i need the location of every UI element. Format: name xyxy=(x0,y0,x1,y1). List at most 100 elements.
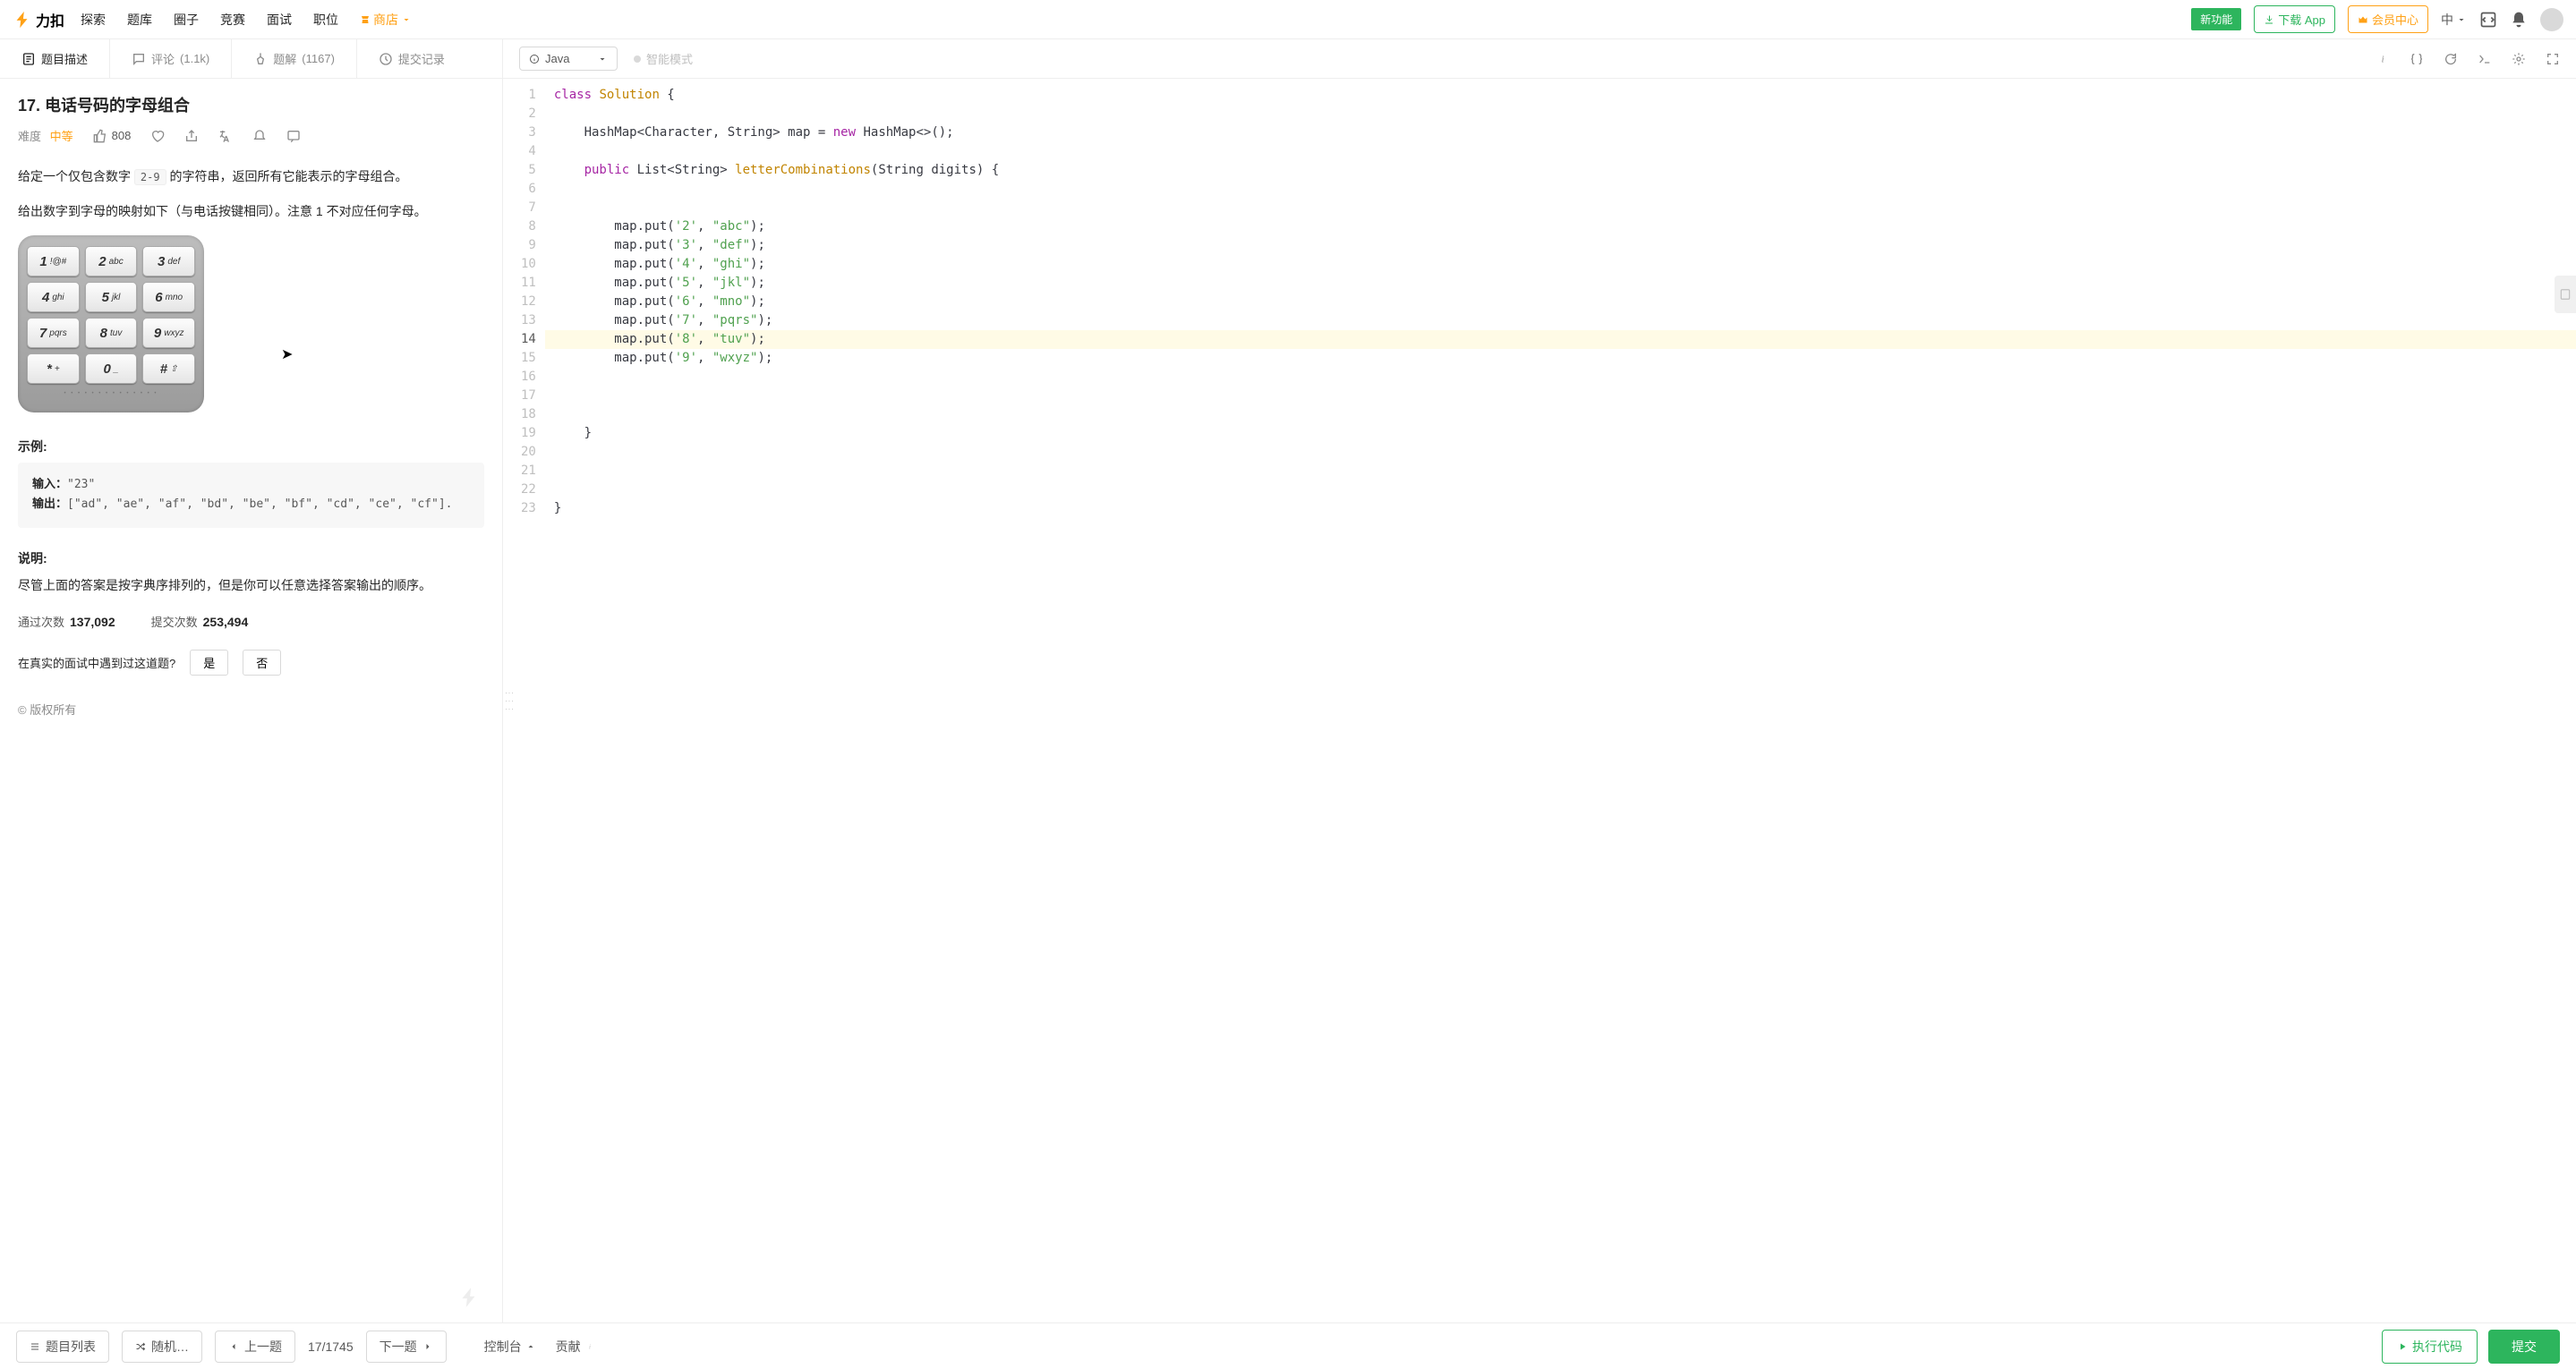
nav-shop[interactable]: 商店 xyxy=(360,11,412,29)
brand-text: 力扣 xyxy=(36,9,64,30)
dot-icon xyxy=(634,55,641,63)
tab-solutions[interactable]: 题解(1167) xyxy=(232,39,357,78)
braces-icon[interactable] xyxy=(2410,52,2424,66)
nav-jobs[interactable]: 职位 xyxy=(313,11,338,29)
nav-interview[interactable]: 面试 xyxy=(267,11,292,29)
para1-code: 2-9 xyxy=(134,169,166,185)
difficulty: 难度 中等 xyxy=(18,127,73,144)
language-selector[interactable]: 中 xyxy=(2441,11,2467,29)
keypad-key: 7pqrs xyxy=(27,318,80,348)
logo[interactable]: 力扣 xyxy=(13,9,64,30)
nav-explore[interactable]: 探索 xyxy=(81,11,106,29)
yes-button[interactable]: 是 xyxy=(190,650,228,676)
console-toggle[interactable]: 控制台 xyxy=(484,1338,536,1356)
notify-icon[interactable] xyxy=(252,129,267,143)
svg-text:i: i xyxy=(2382,55,2384,64)
bottom-mid: 控制台 贡献 i xyxy=(484,1338,595,1356)
problem-meta: 难度 中等 808 xyxy=(18,127,484,144)
language-label: Java xyxy=(545,52,569,65)
chevron-up-icon xyxy=(525,1341,536,1352)
description-icon xyxy=(21,52,36,66)
playground-icon[interactable] xyxy=(2479,11,2497,29)
problem-title: 17. 电话号码的字母组合 xyxy=(18,93,484,116)
para1-b: 的字符串，返回所有它能表示的字母组合。 xyxy=(166,169,408,183)
run-button[interactable]: 执行代码 xyxy=(2382,1330,2478,1364)
problem-list-button[interactable]: 题目列表 xyxy=(16,1331,109,1363)
share-icon[interactable] xyxy=(184,129,199,143)
tab-description-label: 题目描述 xyxy=(41,50,88,67)
chevron-left-icon xyxy=(228,1341,239,1352)
random-button[interactable]: 随机… xyxy=(122,1331,202,1363)
para1-a: 给定一个仅包含数字 xyxy=(18,169,134,183)
reset-icon[interactable] xyxy=(2444,52,2458,66)
interview-question: 在真实的面试中遇到过这道题? xyxy=(18,654,175,671)
download-app-button[interactable]: 下载 App xyxy=(2254,5,2335,33)
note-header: 说明: xyxy=(18,549,484,567)
note-icon xyxy=(2559,288,2572,301)
splitter-handle[interactable]: ⋮⋮⋮ xyxy=(503,689,510,713)
difficulty-label: 难度 xyxy=(18,130,41,143)
fullscreen-icon[interactable] xyxy=(2546,52,2560,66)
bell-icon[interactable] xyxy=(2510,11,2528,29)
nav-discuss[interactable]: 圈子 xyxy=(174,11,199,29)
next-button[interactable]: 下一题 xyxy=(366,1331,447,1363)
submit-button[interactable]: 提交 xyxy=(2488,1330,2560,1364)
language-dropdown[interactable]: Java xyxy=(519,47,618,71)
tab-submissions-label: 提交记录 xyxy=(398,50,445,67)
nav-contest[interactable]: 竞赛 xyxy=(220,11,245,29)
chevron-down-icon xyxy=(597,54,608,64)
phone-keypad: 1!@#2abc3def4ghi5jkl6mno7pqrs8tuv9wxyz*+… xyxy=(18,235,204,412)
keypad-key: 4ghi xyxy=(27,282,80,312)
likes-count: 808 xyxy=(112,129,132,142)
prev-label: 上一题 xyxy=(244,1338,282,1356)
no-button[interactable]: 否 xyxy=(243,650,281,676)
editor-panel: Java 智能模式 i ⋮⋮⋮ 123456789101112131415161… xyxy=(503,39,2576,1322)
chevron-down-icon xyxy=(401,14,412,25)
contribute-link[interactable]: 贡献 i xyxy=(556,1338,595,1356)
example-input: "23" xyxy=(67,478,95,491)
tab-description[interactable]: 题目描述 xyxy=(0,39,110,78)
editor-header: Java 智能模式 i xyxy=(503,39,2576,79)
editor-toolbar: i xyxy=(2376,52,2560,66)
problem-tabs: 题目描述 评论 (1.1k) 题解(1167) 提交记录 xyxy=(0,39,502,79)
vip-button[interactable]: 会员中心 xyxy=(2348,5,2428,33)
notes-rail[interactable] xyxy=(2555,276,2576,313)
tab-submissions[interactable]: 提交记录 xyxy=(357,39,466,78)
paragraph-1: 给定一个仅包含数字 2-9 的字符串，返回所有它能表示的字母组合。 xyxy=(18,166,484,188)
smart-mode-toggle[interactable]: 智能模式 xyxy=(634,50,693,67)
nav-problems[interactable]: 题库 xyxy=(127,11,152,29)
copyright: © 版权所有 xyxy=(18,701,484,718)
example-output-label: 输出： xyxy=(32,497,67,511)
prev-button[interactable]: 上一题 xyxy=(215,1331,295,1363)
new-feature-badge[interactable]: 新功能 xyxy=(2191,8,2241,30)
random-label: 随机… xyxy=(151,1338,189,1356)
download-icon xyxy=(2264,14,2274,25)
problem-panel: 题目描述 评论 (1.1k) 题解(1167) 提交记录 17. 电话号码的字母… xyxy=(0,39,503,1322)
svg-text:i: i xyxy=(589,1343,591,1350)
chevron-down-icon xyxy=(2456,14,2467,25)
accepted-label: 通过次数 xyxy=(18,616,64,629)
tab-comments[interactable]: 评论 (1.1k) xyxy=(110,39,232,78)
code-editor[interactable]: ⋮⋮⋮ 123456789101112131415161718192021222… xyxy=(503,79,2576,1322)
feedback-icon[interactable] xyxy=(286,129,301,143)
interview-row: 在真实的面试中遇到过这道题? 是 否 xyxy=(18,650,484,676)
keypad-key: 0_ xyxy=(85,353,138,384)
code-lines[interactable]: class Solution { HashMap<Character, Stri… xyxy=(545,79,2576,1322)
info-icon[interactable]: i xyxy=(2376,52,2390,66)
shuffle-icon xyxy=(135,1341,146,1352)
heart-icon[interactable] xyxy=(150,129,165,143)
vip-label: 会员中心 xyxy=(2372,11,2418,28)
bottom-bar: 题目列表 随机… 上一题 17/1745 下一题 控制台 贡献 i 执行代码 xyxy=(0,1322,2576,1369)
translate-icon[interactable] xyxy=(218,129,233,143)
problem-list-label: 题目列表 xyxy=(46,1338,96,1356)
avatar[interactable] xyxy=(2540,8,2563,31)
settings-icon[interactable] xyxy=(2512,52,2526,66)
shop-icon xyxy=(360,14,371,25)
keypad-key: 6mno xyxy=(142,282,195,312)
likes[interactable]: 808 xyxy=(93,129,132,143)
keypad-key: 3def xyxy=(142,246,195,276)
comments-icon xyxy=(132,52,146,66)
keypad-key: 2abc xyxy=(85,246,138,276)
smart-mode-label: 智能模式 xyxy=(646,50,693,67)
terminal-icon[interactable] xyxy=(2478,52,2492,66)
